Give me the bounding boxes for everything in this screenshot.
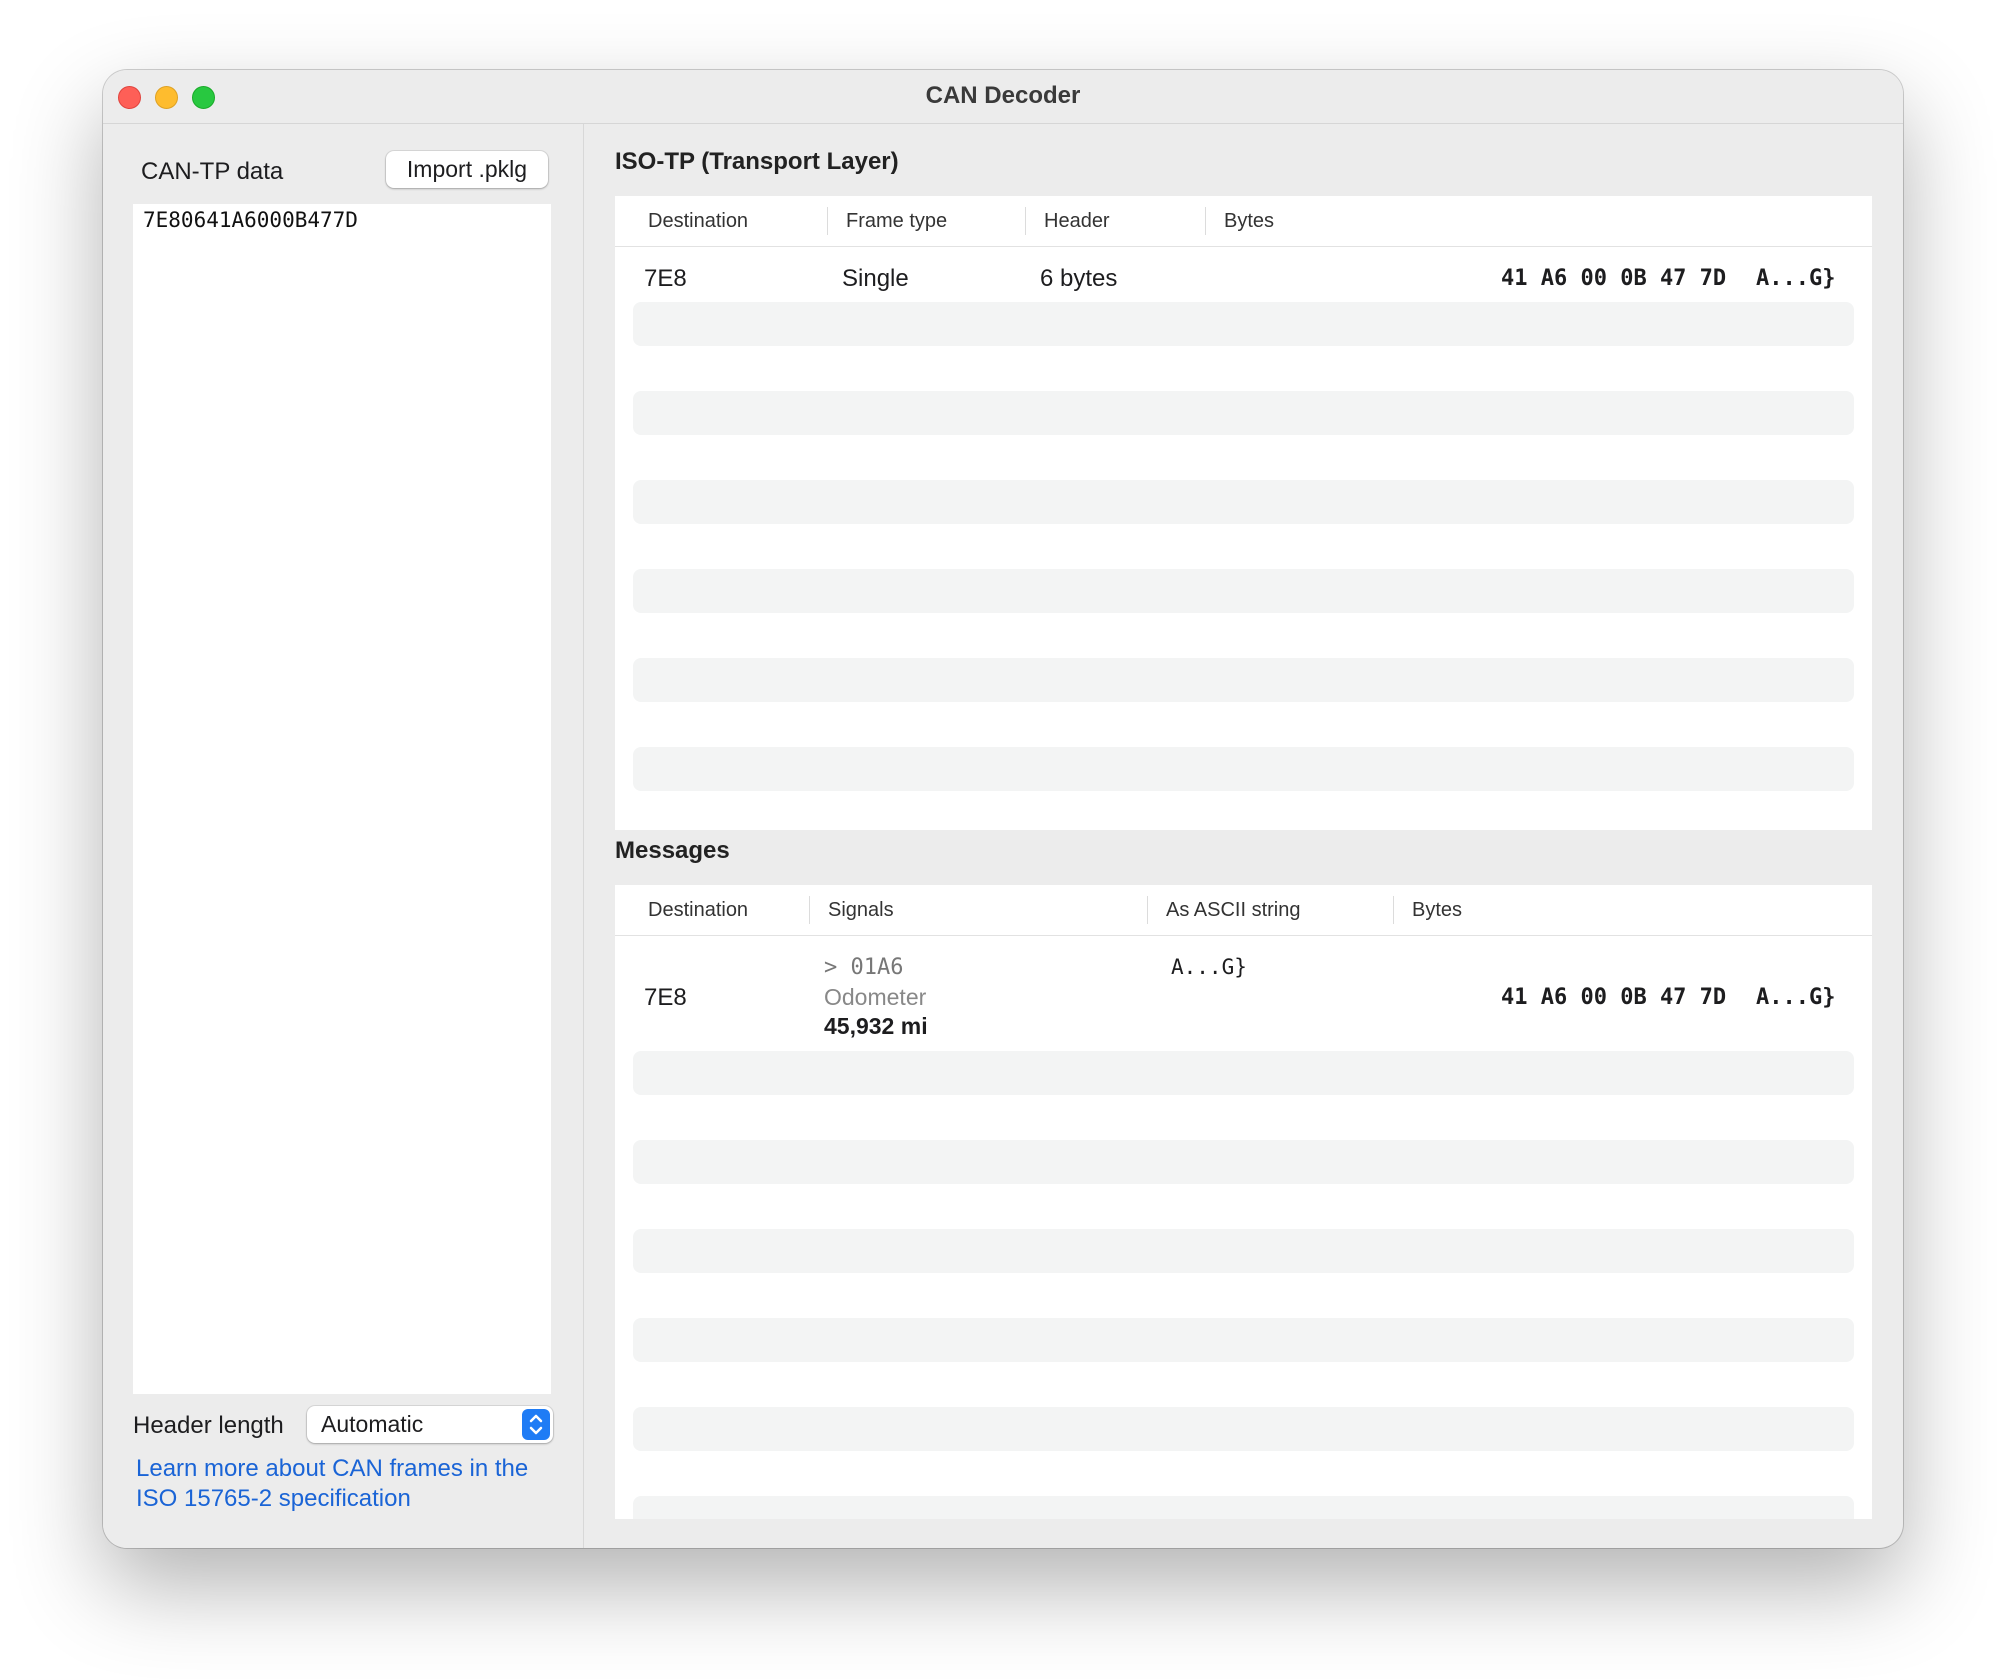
- app-window: CAN Decoder CAN-TP data Import .pklg 7E8…: [103, 70, 1903, 1548]
- signal-disclosure-toggle[interactable]: > 01A6: [824, 955, 903, 980]
- column-divider[interactable]: [1147, 896, 1148, 924]
- row-destination: 7E8: [644, 265, 687, 292]
- messages-section-title: Messages: [615, 837, 730, 864]
- import-pklg-button[interactable]: Import .pklg: [386, 151, 548, 188]
- messages-table[interactable]: Destination Signals As ASCII string Byte…: [615, 885, 1872, 1519]
- column-header-bytes[interactable]: Bytes: [1412, 899, 1462, 922]
- empty-row: [633, 1229, 1854, 1273]
- header-length-select[interactable]: Automatic: [307, 1406, 553, 1443]
- row-frame-type: Single: [842, 265, 909, 292]
- empty-row: [633, 1496, 1854, 1519]
- row-bytes: 41 A6 00 0B 47 7D: [1501, 266, 1727, 291]
- chevron-up-down-icon: [522, 1409, 550, 1440]
- row-destination: 7E8: [644, 984, 687, 1011]
- empty-row: [633, 658, 1854, 702]
- column-header-header[interactable]: Header: [1044, 210, 1110, 233]
- empty-row: [633, 1140, 1854, 1184]
- column-divider[interactable]: [827, 207, 828, 235]
- results-pane: ISO-TP (Transport Layer) Destination Fra…: [584, 124, 1903, 1548]
- empty-row: [633, 480, 1854, 524]
- isotp-section-title: ISO-TP (Transport Layer): [615, 148, 899, 175]
- window-title: CAN Decoder: [925, 82, 1081, 109]
- empty-row: [633, 1318, 1854, 1362]
- column-header-ascii-string[interactable]: As ASCII string: [1166, 899, 1301, 922]
- column-divider[interactable]: [1025, 207, 1026, 235]
- row-ascii: A...G}: [1756, 266, 1836, 291]
- isotp-table-header: Destination Frame type Header Bytes: [615, 196, 1872, 247]
- isotp-table[interactable]: Destination Frame type Header Bytes 7E8 …: [615, 196, 1872, 830]
- title-bar: CAN Decoder: [103, 70, 1903, 124]
- column-header-destination[interactable]: Destination: [648, 899, 748, 922]
- empty-row: [633, 747, 1854, 791]
- messages-table-header: Destination Signals As ASCII string Byte…: [615, 885, 1872, 936]
- iso-spec-link-line1[interactable]: Learn more about CAN frames in the: [136, 1454, 556, 1484]
- empty-row: [633, 302, 1854, 346]
- column-divider[interactable]: [1393, 896, 1394, 924]
- empty-row: [633, 1407, 1854, 1451]
- signal-value: 45,932 mi: [824, 1013, 928, 1039]
- row-ascii: A...G}: [1756, 985, 1836, 1010]
- row-ascii-string: A...G}: [1171, 955, 1247, 979]
- header-length-label: Header length: [133, 1412, 284, 1439]
- row-header: 6 bytes: [1040, 265, 1118, 292]
- column-header-bytes[interactable]: Bytes: [1224, 210, 1274, 233]
- can-tp-data-label: CAN-TP data: [141, 158, 284, 185]
- column-header-destination[interactable]: Destination: [648, 210, 748, 233]
- empty-row: [633, 391, 1854, 435]
- column-header-signals[interactable]: Signals: [828, 899, 894, 922]
- input-pane: CAN-TP data Import .pklg 7E80641A6000B47…: [103, 124, 584, 1548]
- column-header-frame-type[interactable]: Frame type: [846, 210, 947, 233]
- column-divider[interactable]: [809, 896, 810, 924]
- iso-spec-link[interactable]: Learn more about CAN frames in the ISO 1…: [136, 1454, 556, 1514]
- empty-row: [633, 1051, 1854, 1095]
- column-divider[interactable]: [1205, 207, 1206, 235]
- can-tp-data-input[interactable]: 7E80641A6000B477D: [133, 204, 551, 1394]
- signal-name: Odometer: [824, 984, 927, 1010]
- header-length-value: Automatic: [321, 1411, 424, 1437]
- row-bytes: 41 A6 00 0B 47 7D: [1501, 985, 1727, 1010]
- empty-row: [633, 569, 1854, 613]
- iso-spec-link-line2[interactable]: ISO 15765-2 specification: [136, 1484, 556, 1514]
